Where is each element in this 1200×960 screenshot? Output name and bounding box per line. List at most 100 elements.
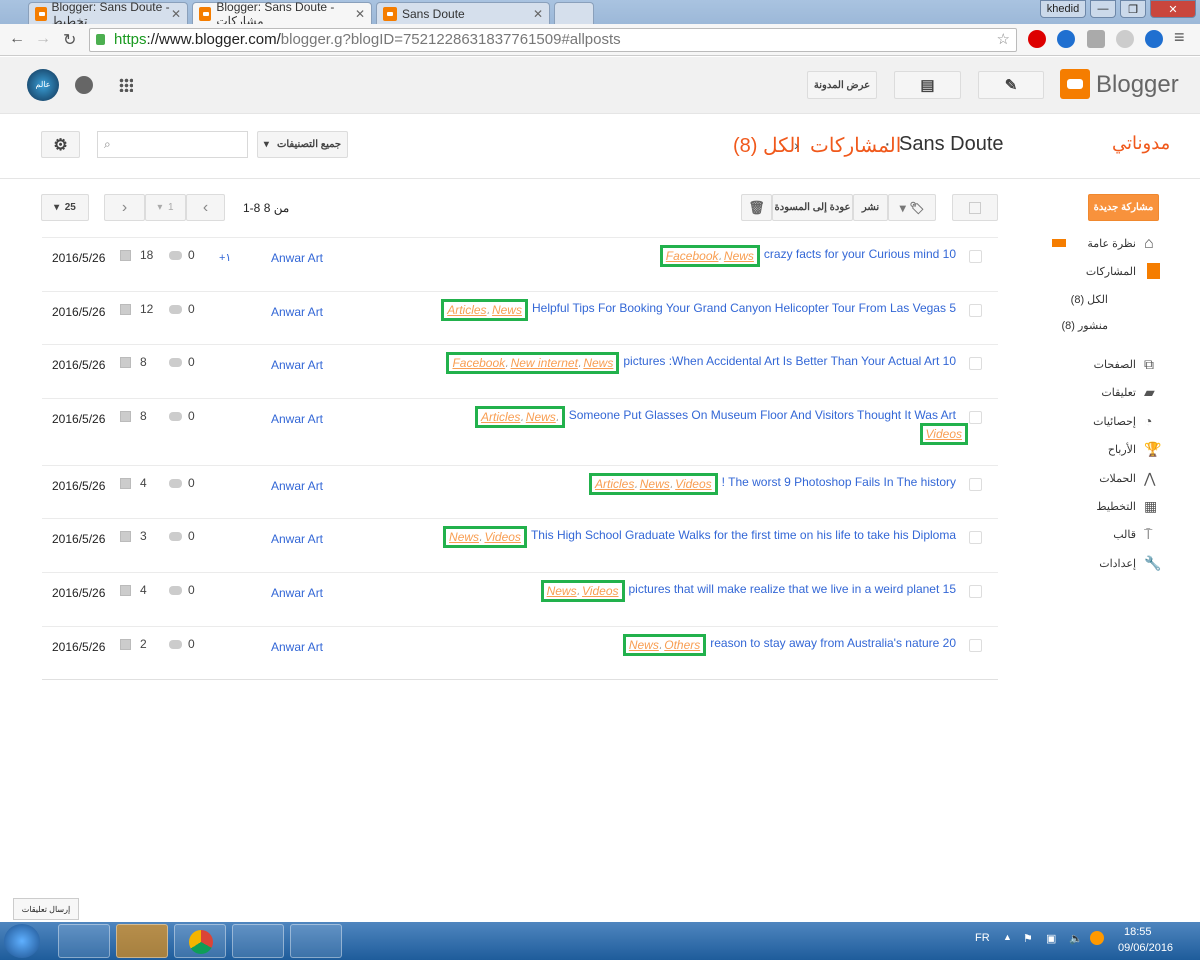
tray-app-icon[interactable] <box>1090 931 1104 945</box>
post-label-link[interactable]: News <box>583 356 613 370</box>
sidebar-item[interactable]: إعدادات <box>1016 557 1136 570</box>
sidebar-item[interactable]: الحملات <box>1016 472 1136 485</box>
sidebar-all-posts[interactable]: الكل (8) <box>988 293 1108 306</box>
per-page-dropdown[interactable]: ▾ 25 <box>41 194 89 221</box>
sidebar-item[interactable]: تعليقات <box>1016 386 1136 399</box>
row-checkbox[interactable] <box>969 357 982 370</box>
sidebar-item[interactable]: التخطيط <box>1016 500 1136 513</box>
language-indicator[interactable]: FR <box>975 932 990 944</box>
start-button[interactable] <box>4 924 40 958</box>
new-tab-button[interactable] <box>554 2 594 24</box>
delete-button[interactable]: 🗑 <box>741 194 772 221</box>
comment-count[interactable]: 0 <box>188 583 195 597</box>
row-checkbox[interactable] <box>969 250 982 263</box>
post-author[interactable]: Anwar Art <box>271 640 323 654</box>
comment-count[interactable]: 0 <box>188 637 195 651</box>
browser-tab[interactable]: Sans Doute ✕ <box>376 2 550 24</box>
post-label-link[interactable]: Facebook <box>666 249 719 263</box>
post-label-link[interactable]: News <box>724 249 754 263</box>
minimize-button[interactable]: — <box>1090 0 1116 18</box>
post-author[interactable]: Anwar Art <box>271 305 323 319</box>
labels-dropdown[interactable]: ▾ 🏷 <box>888 194 936 221</box>
post-label-link[interactable]: News <box>640 477 670 491</box>
post-label-link[interactable]: Videos <box>675 477 711 491</box>
post-label-link[interactable]: News <box>629 638 659 652</box>
notepad-taskbar-icon[interactable] <box>290 924 342 958</box>
bookmark-star-icon[interactable]: ☆ <box>997 30 1010 48</box>
restore-button[interactable]: ❐ <box>1120 0 1146 18</box>
sidebar-overview[interactable]: نظرة عامة <box>1016 237 1136 250</box>
post-title-link[interactable]: pictures that will make realize that we … <box>629 582 957 596</box>
comment-count[interactable]: 0 <box>188 476 195 490</box>
reload-icon[interactable]: ↻ <box>63 30 76 50</box>
post-title-link[interactable]: crazy facts for your Curious mind 10 <box>764 247 956 261</box>
url-input[interactable]: https://www.blogger.com/blogger.g?blogID… <box>89 28 1017 52</box>
close-window-button[interactable]: ✕ <box>1150 0 1196 18</box>
post-label-link[interactable]: Others <box>664 638 700 652</box>
post-author[interactable]: Anwar Art <box>271 586 323 600</box>
post-label-link[interactable]: News <box>526 410 556 424</box>
sidebar-item[interactable]: الصفحات <box>1016 358 1136 371</box>
clock-date[interactable]: 09/06/2016 <box>1118 942 1173 954</box>
sidebar-posts[interactable]: المشاركات <box>1016 265 1136 278</box>
page-dropdown[interactable]: ▾ 1 <box>145 194 186 221</box>
row-checkbox[interactable] <box>969 478 982 491</box>
volume-icon[interactable]: 🔈 <box>1069 932 1083 945</box>
post-label-link[interactable]: Videos <box>926 427 962 441</box>
my-blogs-link[interactable]: مدوناتي <box>1112 133 1170 154</box>
publish-button[interactable]: نشر <box>853 194 888 221</box>
back-icon[interactable]: ← <box>9 30 25 48</box>
sidebar-published[interactable]: منشور (8) <box>988 319 1108 332</box>
close-tab-icon[interactable]: ✕ <box>355 7 365 21</box>
close-tab-icon[interactable]: ✕ <box>533 7 543 21</box>
post-label-link[interactable]: Videos <box>484 530 520 544</box>
post-label-link[interactable]: Articles <box>447 303 486 317</box>
network-icon[interactable]: ▣ <box>1046 932 1056 945</box>
sidebar-item[interactable]: قالب <box>1016 528 1136 541</box>
post-label-link[interactable]: New internet <box>511 356 578 370</box>
post-author[interactable]: Anwar Art <box>271 251 323 265</box>
comment-count[interactable]: 0 <box>188 355 195 369</box>
post-author[interactable]: Anwar Art <box>271 479 323 493</box>
send-feedback-button[interactable]: إرسال تعليقات <box>13 898 79 920</box>
action-center-icon[interactable]: ⚑ <box>1023 932 1033 945</box>
chrome-taskbar-icon[interactable] <box>174 924 226 958</box>
close-tab-icon[interactable]: ✕ <box>171 7 181 21</box>
post-title-link[interactable]: Helpful Tips For Booking Your Grand Cany… <box>532 301 956 315</box>
comment-count[interactable]: 0 <box>188 248 195 262</box>
extension-chat-icon[interactable] <box>1145 30 1163 48</box>
comment-count[interactable]: 0 <box>188 529 195 543</box>
menu-icon[interactable]: ≡ <box>1174 27 1185 48</box>
prev-page-button[interactable]: ‹ <box>186 194 225 221</box>
sidebar-item[interactable]: الأرباح <box>1016 443 1136 456</box>
post-label-link[interactable]: Videos <box>582 584 618 598</box>
explorer-taskbar-icon[interactable] <box>58 924 110 958</box>
adblock-extension-icon[interactable] <box>1028 30 1046 48</box>
row-checkbox[interactable] <box>969 411 982 424</box>
posts-list-button[interactable]: ▤ <box>894 71 961 99</box>
browser-tab[interactable]: Blogger: Sans Doute - تخطيط ✕ <box>28 0 188 28</box>
settings-button[interactable]: ⚙ <box>41 131 80 158</box>
search-input[interactable]: ⌕ <box>97 131 248 158</box>
notifications-icon[interactable] <box>75 76 93 94</box>
post-author[interactable]: Anwar Art <box>271 358 323 372</box>
next-page-button[interactable]: › <box>104 194 145 221</box>
post-label-link[interactable]: News <box>492 303 522 317</box>
breadcrumb-blog[interactable]: Sans Doute <box>899 133 1004 156</box>
row-checkbox[interactable] <box>969 531 982 544</box>
browser-tab-active[interactable]: Blogger: Sans Doute - مشاركات ✕ <box>192 0 372 28</box>
post-title-link[interactable]: pictures :When Accidental Art Is Better … <box>623 354 956 368</box>
comment-count[interactable]: 0 <box>188 302 195 316</box>
post-title-link[interactable]: ! The worst 9 Photoshop Fails In The his… <box>722 475 956 489</box>
avatar[interactable]: عالم <box>27 69 59 101</box>
new-post-button[interactable]: مشاركة جديدة <box>1088 194 1159 221</box>
gplus-count[interactable]: +۱ <box>219 251 231 264</box>
post-title-link[interactable]: reason to stay away from Australia's nat… <box>710 636 956 650</box>
sidebar-item[interactable]: إحصائيات <box>1016 415 1136 428</box>
apps-grid-icon[interactable] <box>119 78 133 92</box>
categories-dropdown[interactable]: ▾ جميع التصنيفات <box>257 131 348 158</box>
uc-browser-taskbar-icon[interactable] <box>116 924 168 958</box>
select-all-checkbox[interactable] <box>952 194 998 221</box>
revert-to-draft-button[interactable]: عودة إلى المسودة <box>772 194 853 221</box>
post-title-link[interactable]: This High School Graduate Walks for the … <box>531 528 956 542</box>
